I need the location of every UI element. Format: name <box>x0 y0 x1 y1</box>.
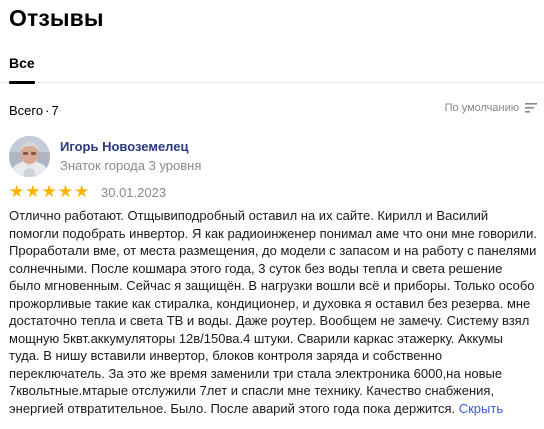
author-level: Знаток города 3 уровня <box>60 158 202 173</box>
review-date: 30.01.2023 <box>101 185 167 200</box>
sort-label: По умолчанию <box>444 102 519 114</box>
sort-lines-icon <box>525 103 537 113</box>
reviews-count: Всего · 7 <box>9 103 59 118</box>
sort-dropdown[interactable]: По умолчанию <box>445 102 537 114</box>
star-icon: ★ <box>25 182 41 201</box>
tabs-bar: Все <box>0 46 544 84</box>
tab-all[interactable]: Все <box>9 46 35 84</box>
star-icon: ★ <box>9 182 25 201</box>
author-name[interactable]: Игорь Новоземелец <box>60 139 189 154</box>
review-text: Отлично работают. Отщывиподробный остави… <box>9 207 537 417</box>
page-title: Отзывы <box>9 5 104 31</box>
review-body: Отлично работают. Отщывиподробный остави… <box>9 208 538 416</box>
rating-stars: ★ ★ ★ ★ ★ <box>9 183 89 200</box>
star-icon: ★ <box>57 182 73 201</box>
reviews-count-value: 7 <box>51 103 59 118</box>
user-photo-icon <box>9 136 50 177</box>
reviews-count-label: Всего <box>9 103 44 118</box>
avatar[interactable] <box>9 136 50 177</box>
star-icon: ★ <box>41 182 57 201</box>
reviews-count-separator: · <box>45 103 50 118</box>
star-icon: ★ <box>74 182 90 201</box>
collapse-link[interactable]: Скрыть <box>459 401 503 416</box>
